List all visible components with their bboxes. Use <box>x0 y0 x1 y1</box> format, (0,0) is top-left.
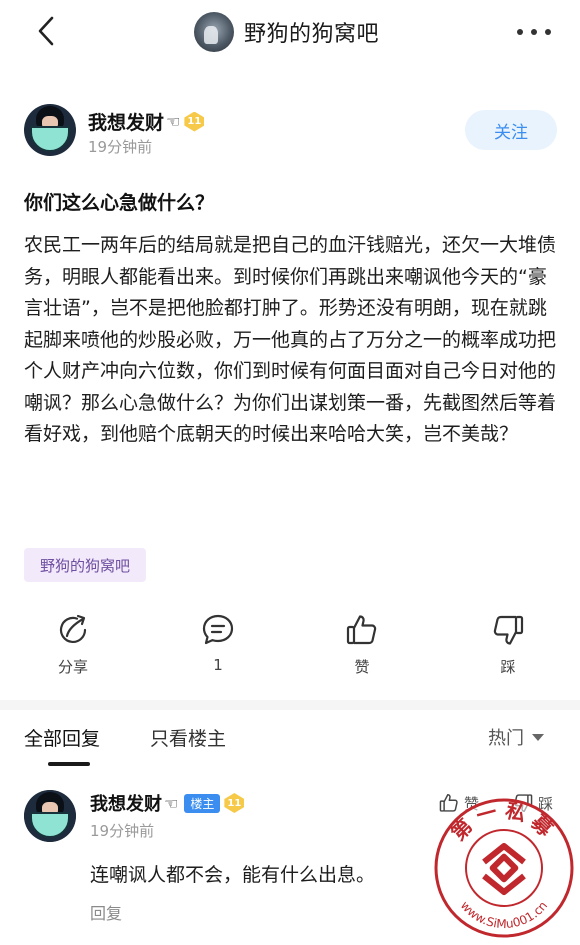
avatar[interactable] <box>24 104 76 156</box>
comment-count: 1 <box>213 656 223 674</box>
thumbs-up-icon <box>346 615 377 645</box>
tab-owner-only[interactable]: 只看楼主 <box>150 724 226 751</box>
forum-header[interactable]: 野狗的狗窝吧 <box>194 12 379 52</box>
comment-icon <box>202 614 234 645</box>
share-label: 分享 <box>57 658 88 676</box>
like-button[interactable]: 赞 <box>322 612 402 677</box>
back-arrow-icon[interactable] <box>30 14 64 48</box>
comment-time: 19分钟前 <box>90 822 155 840</box>
active-tab-indicator <box>48 762 90 766</box>
comment-button[interactable]: 1 <box>178 612 258 674</box>
pointing-hand-icon: ☜ <box>166 112 181 131</box>
follow-button[interactable]: 关注 <box>465 110 557 150</box>
section-divider <box>0 700 580 710</box>
commenter-name-row[interactable]: 我想发财 ☜ 楼主 11 <box>90 790 245 816</box>
reply-tabs: 全部回复 只看楼主 热门 <box>0 710 580 766</box>
owner-badge: 楼主 <box>184 793 221 813</box>
thumbs-down-icon <box>493 615 524 645</box>
level-badge: 11 <box>224 793 245 813</box>
dislike-button[interactable]: 踩 <box>468 612 548 677</box>
dislike-label: 踩 <box>500 658 516 676</box>
more-options-icon[interactable] <box>514 18 554 46</box>
watermark-seal: 第一私募 www.SiMu001.cn <box>432 796 576 940</box>
post-author: 我想发财 ☜ 11 19分钟前 关注 <box>24 104 557 160</box>
post-title: 你们这么心急做什么？ <box>24 192 215 214</box>
sort-label: 热门 <box>488 728 524 749</box>
forum-tag[interactable]: 野狗的狗窝吧 <box>24 548 147 582</box>
share-icon <box>59 614 87 643</box>
like-label: 赞 <box>354 658 370 676</box>
share-button[interactable]: 分享 <box>33 612 113 677</box>
reply-button[interactable]: 回复 <box>90 900 122 924</box>
tab-all-replies[interactable]: 全部回复 <box>24 724 100 751</box>
forum-avatar <box>194 12 234 52</box>
sort-dropdown[interactable]: 热门 <box>488 724 544 750</box>
comment-text: 连嘲讽人都不会，能有什么出息。 <box>90 864 376 886</box>
post-body: 农民工一两年后的结局就是把自己的血汗钱赔光，还欠一大堆债务，明眼人都能看出来。到… <box>24 234 557 445</box>
level-badge: 11 <box>184 111 205 132</box>
avatar[interactable] <box>24 790 76 842</box>
author-name-row[interactable]: 我想发财 ☜ 11 <box>88 108 205 135</box>
caret-down-icon <box>532 733 544 741</box>
commenter-name: 我想发财 <box>90 794 162 815</box>
author-name: 我想发财 <box>88 112 165 134</box>
pointing-hand-icon: ☜ <box>164 793 179 813</box>
post-actions: 分享 1 赞 踩 <box>0 612 580 682</box>
top-bar: 野狗的狗窝吧 <box>0 0 580 64</box>
post-time: 19分钟前 <box>88 138 153 156</box>
forum-title: 野狗的狗窝吧 <box>244 22 380 47</box>
